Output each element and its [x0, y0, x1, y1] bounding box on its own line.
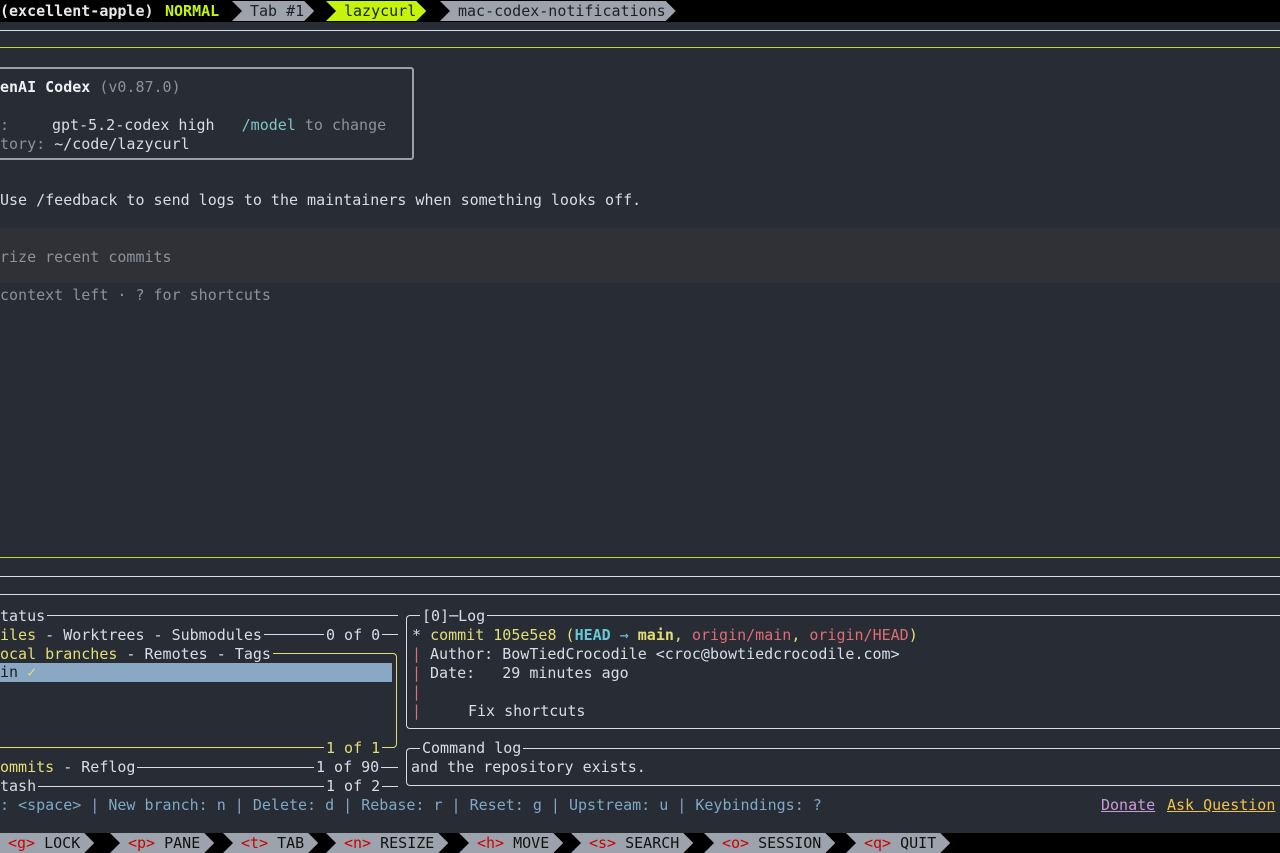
- pane-border-lazygit-top: [0, 576, 1280, 577]
- pane-border-top-outer: [0, 30, 1280, 31]
- prompt-placeholder[interactable]: rize recent commits: [0, 248, 172, 267]
- graph-line: |: [412, 683, 422, 701]
- tab-shortcut[interactable]: <t> TAB: [223, 833, 318, 853]
- graph-line: |: [412, 664, 422, 682]
- pane-border-bottom: [0, 557, 1280, 558]
- model-key: :: [0, 116, 10, 134]
- mode-indicator: NORMAL: [165, 2, 220, 20]
- ref-main: main: [637, 626, 674, 644]
- tab-mac-codex-notifications[interactable]: mac-codex-notifications: [440, 1, 676, 21]
- model-value-line: gpt-5.2-codex high /model to change: [52, 116, 386, 135]
- branches-panel-tabs[interactable]: ocal branches - Remotes - Tags: [0, 645, 273, 664]
- resize-shortcut[interactable]: <n> RESIZE: [326, 833, 448, 853]
- commits-panel-tabs[interactable]: ommits - Reflog: [0, 758, 138, 777]
- model-line: :: [0, 116, 9, 135]
- log-date: Date: 29 minutes ago: [430, 664, 629, 682]
- tab-files[interactable]: iles: [0, 626, 36, 644]
- ref-origin-head: origin/HEAD: [809, 626, 909, 644]
- session-name: (excellent-apple): [0, 2, 154, 20]
- stash-count: 1 of 2: [324, 777, 383, 796]
- ask-question-link[interactable]: Ask Question: [1167, 796, 1275, 815]
- command-log-text: and the repository exists.: [411, 758, 646, 776]
- log-panel-title[interactable]: [0]─Log: [420, 607, 488, 626]
- commit-hash: 105e5e8: [493, 626, 557, 644]
- session-shortcut[interactable]: <o> SESSION: [704, 833, 835, 853]
- graph-star: *: [412, 626, 431, 644]
- pane-border-top: [0, 47, 1280, 48]
- tab-remotes-tags[interactable]: - Remotes - Tags: [117, 645, 271, 663]
- log-message: Fix shortcuts: [468, 702, 586, 720]
- log-author: Author: BowTiedCrocodile <croc@bowtiedcr…: [430, 645, 900, 663]
- tab-commits[interactable]: ommits: [0, 758, 54, 776]
- codex-title-line: enAI Codex (v0.87.0): [0, 78, 181, 97]
- pane-shortcut[interactable]: <p> PANE: [110, 833, 214, 853]
- tab-tab-1[interactable]: Tab #1: [232, 1, 314, 21]
- tab-reflog[interactable]: - Reflog: [54, 758, 135, 776]
- codex-version: (v0.87.0): [99, 78, 181, 96]
- log-commit-line: * commit 105e5e8 (HEAD → main, origin/ma…: [412, 626, 918, 644]
- graph-line: |: [412, 702, 422, 720]
- prompt-input-area[interactable]: [0, 228, 1280, 283]
- branches-count: 1 of 1: [324, 739, 383, 758]
- ref-origin-main: origin/main: [691, 626, 792, 644]
- check-icon: ✓: [27, 663, 37, 681]
- tab-lazycurl[interactable]: lazycurl: [326, 1, 426, 21]
- directory-value: ~/code/lazycurl: [54, 135, 190, 153]
- tab-worktrees-submodules[interactable]: - Worktrees - Submodules: [36, 626, 262, 644]
- zellij-top-bar: (excellent-apple) NORMAL Tab #1 lazycurl…: [0, 0, 1280, 22]
- model-command: /model: [241, 116, 296, 134]
- zellij-bottom-bar: <g> LOCK <p> PANE <t> TAB <n> RESIZE <h>…: [0, 833, 1280, 853]
- tab-local-branches[interactable]: ocal branches: [0, 645, 117, 663]
- stash-panel-title[interactable]: tash: [0, 777, 39, 796]
- pane-border-lazygit-top-inner: [0, 594, 1280, 595]
- commits-count: 1 of 90: [314, 758, 382, 777]
- codex-title: enAI Codex: [0, 78, 91, 96]
- directory-key: tory:: [0, 135, 46, 153]
- graph-line: |: [412, 645, 422, 663]
- status-panel-border: [0, 615, 398, 616]
- keybinding-hints: : <space> | New branch: n | Delete: d | …: [0, 796, 822, 814]
- branch-selected-row[interactable]: [0, 663, 392, 682]
- move-shortcut[interactable]: <h> MOVE: [459, 833, 563, 853]
- model-hint: to change: [304, 116, 387, 134]
- donate-link[interactable]: Donate: [1101, 796, 1155, 815]
- refs-open: (: [565, 626, 575, 644]
- refs-close: ): [908, 626, 918, 644]
- files-panel-tabs[interactable]: iles - Worktrees - Submodules: [0, 626, 264, 645]
- status-panel-title[interactable]: tatus: [0, 607, 48, 626]
- model-value: gpt-5.2-codex high: [52, 116, 215, 134]
- branch-item[interactable]: in ✓: [0, 663, 36, 682]
- codex-tip: Use /feedback to send logs to the mainta…: [0, 191, 642, 209]
- lock-shortcut[interactable]: <g> LOCK: [0, 833, 94, 853]
- command-log-title: Command log: [420, 739, 524, 758]
- directory-line: tory: ~/code/lazycurl: [0, 135, 190, 154]
- quit-shortcut[interactable]: <q> QUIT: [846, 833, 950, 853]
- ref-head: HEAD: [574, 626, 611, 644]
- commit-word: commit: [430, 626, 485, 644]
- ref-arrow: →: [610, 626, 638, 644]
- search-shortcut[interactable]: <s> SEARCH: [571, 833, 693, 853]
- files-count: 0 of 0: [324, 626, 383, 645]
- branch-name: in: [0, 663, 19, 681]
- codex-footer-hint: context left · ? for shortcuts: [0, 286, 271, 304]
